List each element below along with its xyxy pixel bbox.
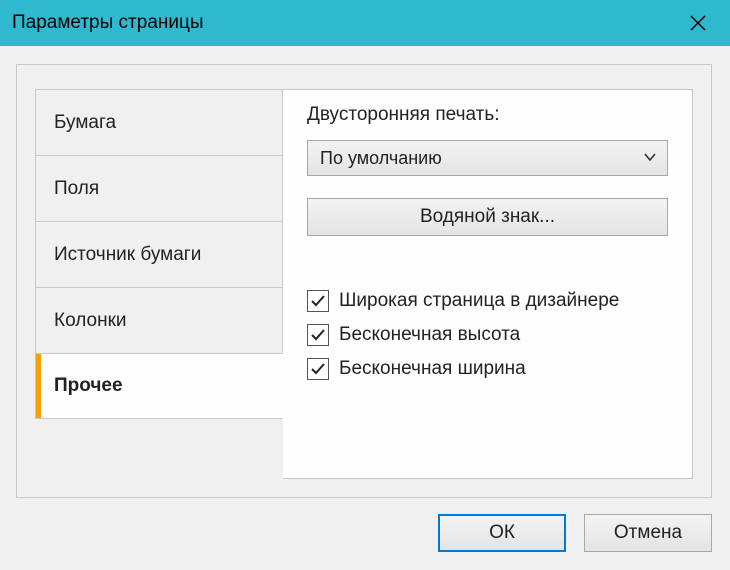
tab-paper-source[interactable]: Источник бумаги <box>35 221 283 287</box>
check-label: Широкая страница в дизайнере <box>339 290 619 312</box>
duplex-label: Двусторонняя печать: <box>307 104 668 126</box>
client-area: Бумага Поля Источник бумаги Колонки Проч… <box>0 46 730 570</box>
tab-label: Колонки <box>54 310 127 332</box>
dialog-footer: ОК Отмена <box>438 514 712 552</box>
watermark-button-label: Водяной знак... <box>420 206 555 228</box>
tab-label: Источник бумаги <box>54 244 201 266</box>
watermark-button[interactable]: Водяной знак... <box>307 198 668 236</box>
cancel-button[interactable]: Отмена <box>584 514 712 552</box>
duplex-selected-value: По умолчанию <box>320 148 442 169</box>
checkbox-icon <box>307 324 329 346</box>
tab-other[interactable]: Прочее <box>35 353 283 419</box>
close-button[interactable] <box>666 0 730 46</box>
close-icon <box>690 15 706 31</box>
check-infinite-height[interactable]: Бесконечная высота <box>307 324 668 346</box>
tab-margins[interactable]: Поля <box>35 155 283 221</box>
tab-columns[interactable]: Колонки <box>35 287 283 353</box>
ok-button[interactable]: ОК <box>438 514 566 552</box>
tab-label: Бумага <box>54 112 116 134</box>
check-label: Бесконечная ширина <box>339 358 526 380</box>
cancel-button-label: Отмена <box>614 522 682 544</box>
check-infinite-width[interactable]: Бесконечная ширина <box>307 358 668 380</box>
tab-list: Бумага Поля Источник бумаги Колонки Проч… <box>35 89 283 419</box>
title-bar: Параметры страницы <box>0 0 730 46</box>
window-title: Параметры страницы <box>12 12 204 34</box>
tab-label: Прочее <box>54 375 123 397</box>
tab-paper[interactable]: Бумага <box>35 89 283 155</box>
ok-button-label: ОК <box>489 522 515 544</box>
check-wide-page[interactable]: Широкая страница в дизайнере <box>307 290 668 312</box>
checkbox-icon <box>307 290 329 312</box>
chevron-down-icon <box>643 148 657 169</box>
check-label: Бесконечная высота <box>339 324 520 346</box>
main-panel: Бумага Поля Источник бумаги Колонки Проч… <box>16 64 712 498</box>
tab-content: Двусторонняя печать: По умолчанию Водяно… <box>283 89 693 479</box>
checkbox-icon <box>307 358 329 380</box>
duplex-dropdown[interactable]: По умолчанию <box>307 140 668 176</box>
tab-label: Поля <box>54 178 99 200</box>
